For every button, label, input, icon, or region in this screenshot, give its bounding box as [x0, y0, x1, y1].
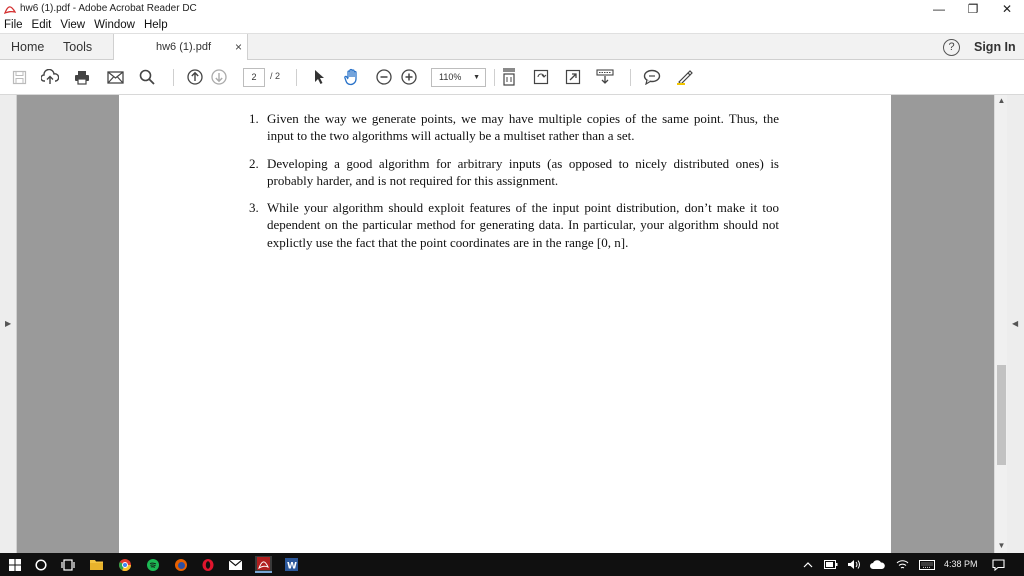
clock-time[interactable]: 4:38 PM: [944, 559, 978, 569]
full-screen-icon[interactable]: [564, 68, 582, 86]
toolbar: 2 / 2 110% ▼: [0, 60, 1024, 95]
hand-tool-icon[interactable]: [343, 68, 361, 86]
file-explorer-icon[interactable]: [88, 556, 105, 573]
zoom-level-select[interactable]: 110% ▼: [431, 68, 486, 87]
list-item-number: 2.: [249, 155, 259, 171]
document-tab-label: hw6 (1).pdf: [156, 41, 212, 53]
pdf-page: 1. Given the way we generate points, we …: [119, 95, 891, 553]
close-tab-icon[interactable]: ×: [235, 40, 242, 54]
vertical-scrollbar[interactable]: ▲ ▼: [994, 95, 1007, 553]
minimize-button[interactable]: —: [922, 0, 956, 17]
next-page-icon[interactable]: [210, 68, 228, 86]
email-icon[interactable]: [106, 68, 124, 86]
mail-icon[interactable]: [227, 556, 244, 573]
action-center-icon[interactable]: [990, 556, 1007, 573]
cloud-upload-icon[interactable]: [41, 68, 59, 86]
tab-tools[interactable]: Tools: [63, 40, 92, 54]
keyboard-icon[interactable]: [918, 556, 935, 573]
window-title: hw6 (1).pdf - Adobe Acrobat Reader DC: [20, 3, 197, 14]
menu-help[interactable]: Help: [144, 19, 168, 31]
list-item-text: Given the way we generate points, we may…: [267, 111, 779, 144]
close-window-button[interactable]: ✕: [990, 0, 1024, 17]
acrobat-taskbar-icon[interactable]: [255, 556, 272, 573]
list-item-text: While your algorithm should exploit feat…: [267, 200, 779, 250]
opera-icon[interactable]: [199, 556, 216, 573]
toolbar-separator: [296, 69, 297, 86]
toolbar-separator: [630, 69, 631, 86]
volume-icon[interactable]: [845, 556, 862, 573]
title-bar: hw6 (1).pdf - Adobe Acrobat Reader DC — …: [0, 0, 1024, 17]
wifi-icon[interactable]: [894, 556, 911, 573]
battery-icon[interactable]: [822, 556, 839, 573]
scroll-down-icon[interactable]: ▼: [996, 541, 1007, 551]
spotify-icon[interactable]: [144, 556, 161, 573]
tabs-row: Home Tools hw6 (1).pdf × ? Sign In: [0, 33, 1024, 61]
tab-document[interactable]: hw6 (1).pdf ×: [113, 34, 248, 61]
menu-edit[interactable]: Edit: [32, 19, 52, 31]
toolbar-separator: [173, 69, 174, 86]
search-icon[interactable]: [138, 68, 156, 86]
windows-taskbar: W 4:38 PM: [0, 553, 1024, 576]
tray-overflow-icon[interactable]: [799, 556, 816, 573]
document-viewport[interactable]: ▶ 1. Given the way we generate points, w…: [0, 95, 1024, 553]
read-mode-icon[interactable]: [596, 68, 614, 86]
zoom-in-icon[interactable]: [400, 68, 418, 86]
list-item: 2. Developing a good algorithm for arbit…: [249, 155, 779, 190]
menu-file[interactable]: File: [4, 19, 23, 31]
word-icon[interactable]: W: [283, 556, 300, 573]
firefox-icon[interactable]: [172, 556, 189, 573]
menu-view[interactable]: View: [60, 19, 85, 31]
chevron-down-icon: ▼: [473, 74, 480, 81]
zoom-level-value: 110%: [439, 72, 462, 82]
list-item: 1. Given the way we generate points, we …: [249, 110, 779, 145]
onedrive-cloud-icon[interactable]: [869, 556, 886, 573]
previous-page-icon[interactable]: [186, 68, 204, 86]
menu-window[interactable]: Window: [94, 19, 135, 31]
expand-left-panel-icon[interactable]: ▶: [5, 319, 11, 328]
scroll-up-icon[interactable]: ▲: [996, 96, 1007, 106]
list-item-number: 3.: [249, 200, 259, 216]
select-cursor-icon[interactable]: [311, 68, 329, 86]
save-icon[interactable]: [10, 68, 28, 86]
tab-home[interactable]: Home: [11, 40, 44, 54]
task-view-icon[interactable]: [59, 556, 76, 573]
rotate-view-icon[interactable]: [532, 68, 550, 86]
chrome-icon[interactable]: [116, 556, 133, 573]
restore-button[interactable]: ❐: [956, 0, 990, 17]
toolbar-separator: [494, 69, 495, 86]
list-item-text: Developing a good algorithm for arbitrar…: [267, 155, 779, 188]
zoom-out-icon[interactable]: [375, 68, 393, 86]
page-total: / 2: [270, 71, 281, 81]
expand-right-panel-icon[interactable]: ◀: [1012, 319, 1018, 328]
acrobat-app-icon: [4, 3, 16, 15]
svg-text:W: W: [287, 562, 297, 572]
numbered-list: 1. Given the way we generate points, we …: [249, 110, 779, 261]
help-icon[interactable]: ?: [943, 39, 960, 56]
print-icon[interactable]: [73, 68, 91, 86]
cortana-search-icon[interactable]: [32, 556, 49, 573]
menu-bar: File Edit View Window Help: [0, 17, 1024, 33]
windows-start-icon[interactable]: [6, 556, 23, 573]
highlight-pen-icon[interactable]: [676, 68, 694, 86]
sign-in-button[interactable]: Sign In: [974, 40, 1016, 54]
scrollbar-thumb[interactable]: [997, 365, 1006, 465]
list-item-number: 1.: [249, 111, 259, 126]
list-item: 3. While your algorithm should exploit f…: [249, 199, 779, 251]
page-display-icon[interactable]: [500, 68, 518, 86]
comment-icon[interactable]: [643, 68, 661, 86]
page-number-input[interactable]: 2: [243, 68, 265, 87]
